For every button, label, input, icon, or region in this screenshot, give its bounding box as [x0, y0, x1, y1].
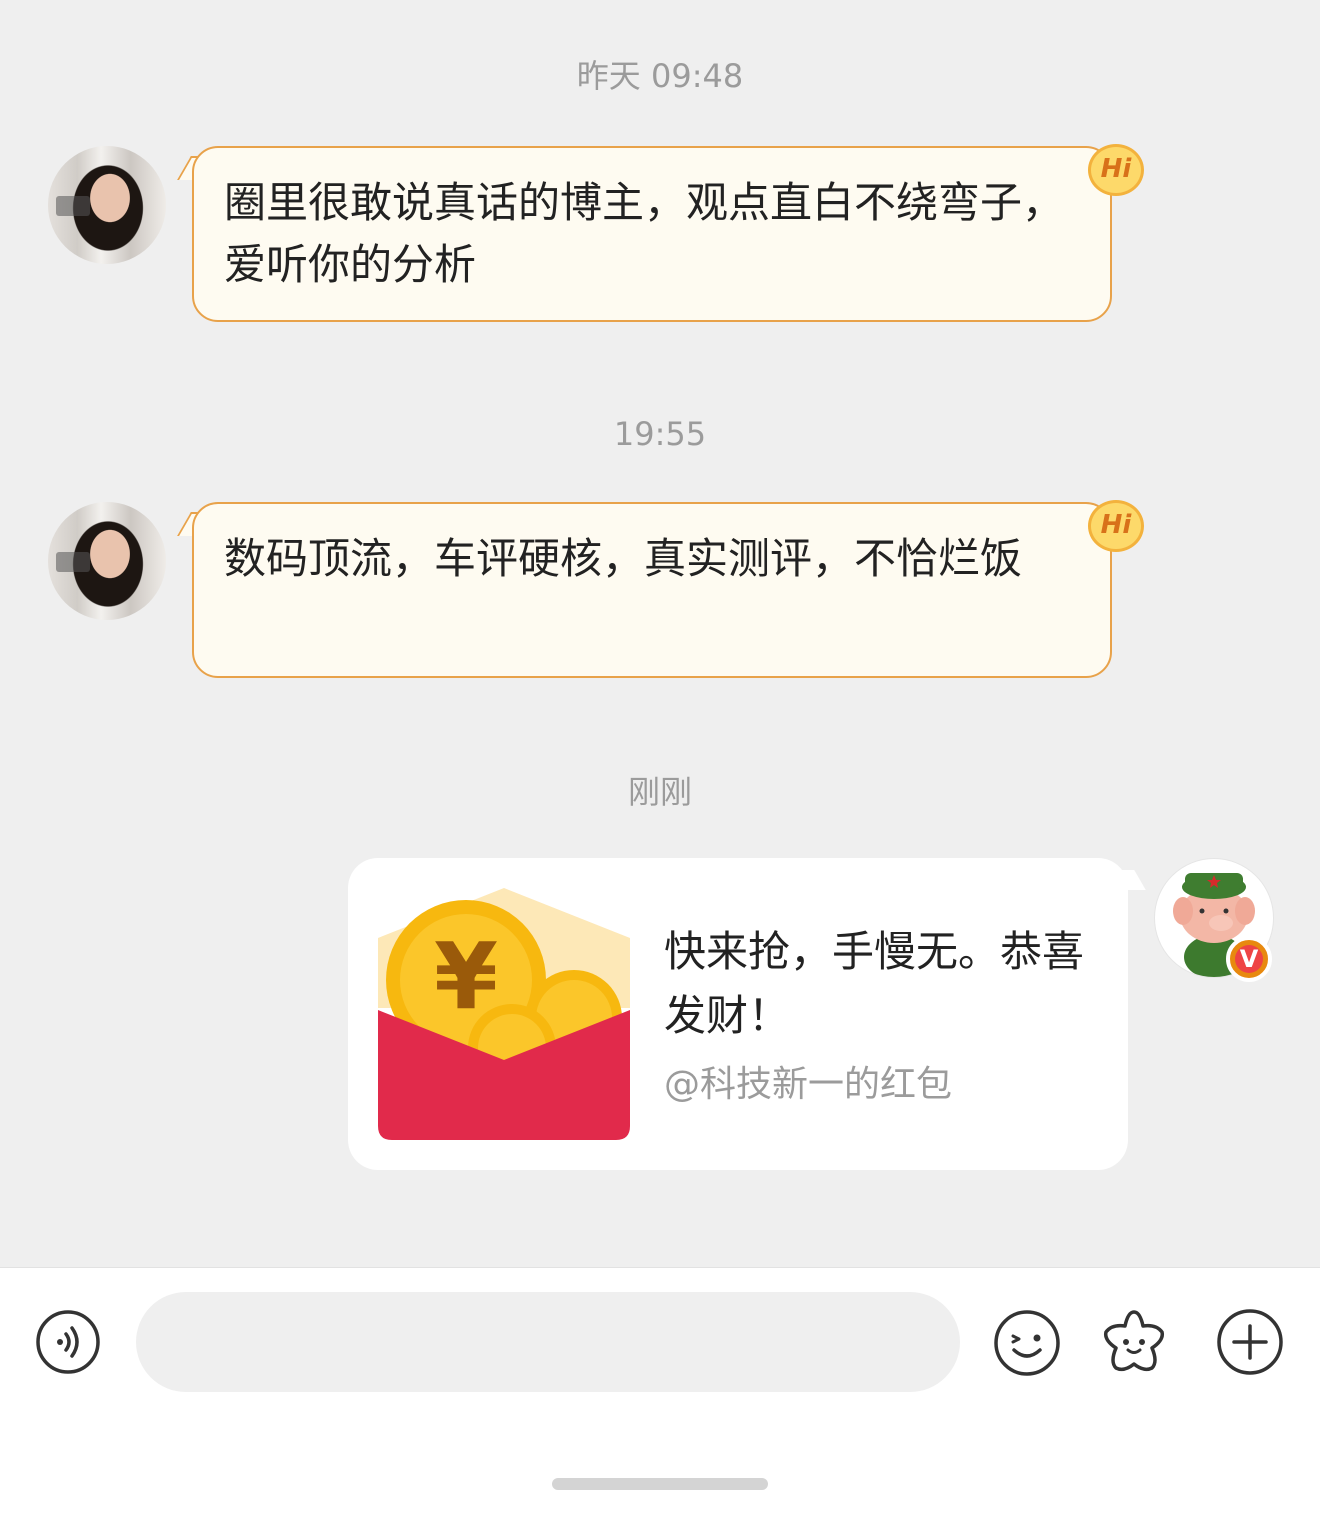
verified-badge-icon: V	[1226, 936, 1272, 982]
hi-badge-icon: Hi	[1088, 144, 1144, 196]
message-text: 数码顶流，车评硬核，真实测评，不恰烂饭	[224, 534, 1023, 583]
emoji-icon[interactable]	[994, 1310, 1060, 1376]
chat-area: 昨天 09:48 圈里很敢说真话的博主，观点直白不绕弯子，爱听你的分析 Hi 1…	[0, 0, 1320, 1267]
voice-icon[interactable]	[36, 1310, 100, 1374]
home-indicator	[552, 1478, 768, 1490]
red-packet-title: 快来抢，手慢无。恭喜发财！	[664, 927, 1085, 1040]
avatar[interactable]	[48, 502, 166, 620]
timestamp: 刚刚	[627, 773, 692, 811]
add-icon[interactable]	[1216, 1308, 1284, 1376]
hi-badge-icon: Hi	[1088, 500, 1144, 552]
sticker-icon[interactable]	[1098, 1306, 1170, 1378]
message-bubble[interactable]: 圈里很敢说真话的博主，观点直白不绕弯子，爱听你的分析	[192, 146, 1112, 322]
timestamp: 19:55	[613, 415, 707, 453]
red-packet-icon: ¥	[378, 888, 630, 1140]
message-input[interactable]	[136, 1292, 960, 1392]
timestamp: 昨天 09:48	[576, 57, 744, 95]
avatar[interactable]	[48, 146, 166, 264]
red-packet-from: @科技新一的红包	[664, 1064, 953, 1105]
message-text: 圈里很敢说真话的博主，观点直白不绕弯子，爱听你的分析	[224, 178, 1065, 289]
message-bubble[interactable]: 数码顶流，车评硬核，真实测评，不恰烂饭	[192, 502, 1112, 678]
